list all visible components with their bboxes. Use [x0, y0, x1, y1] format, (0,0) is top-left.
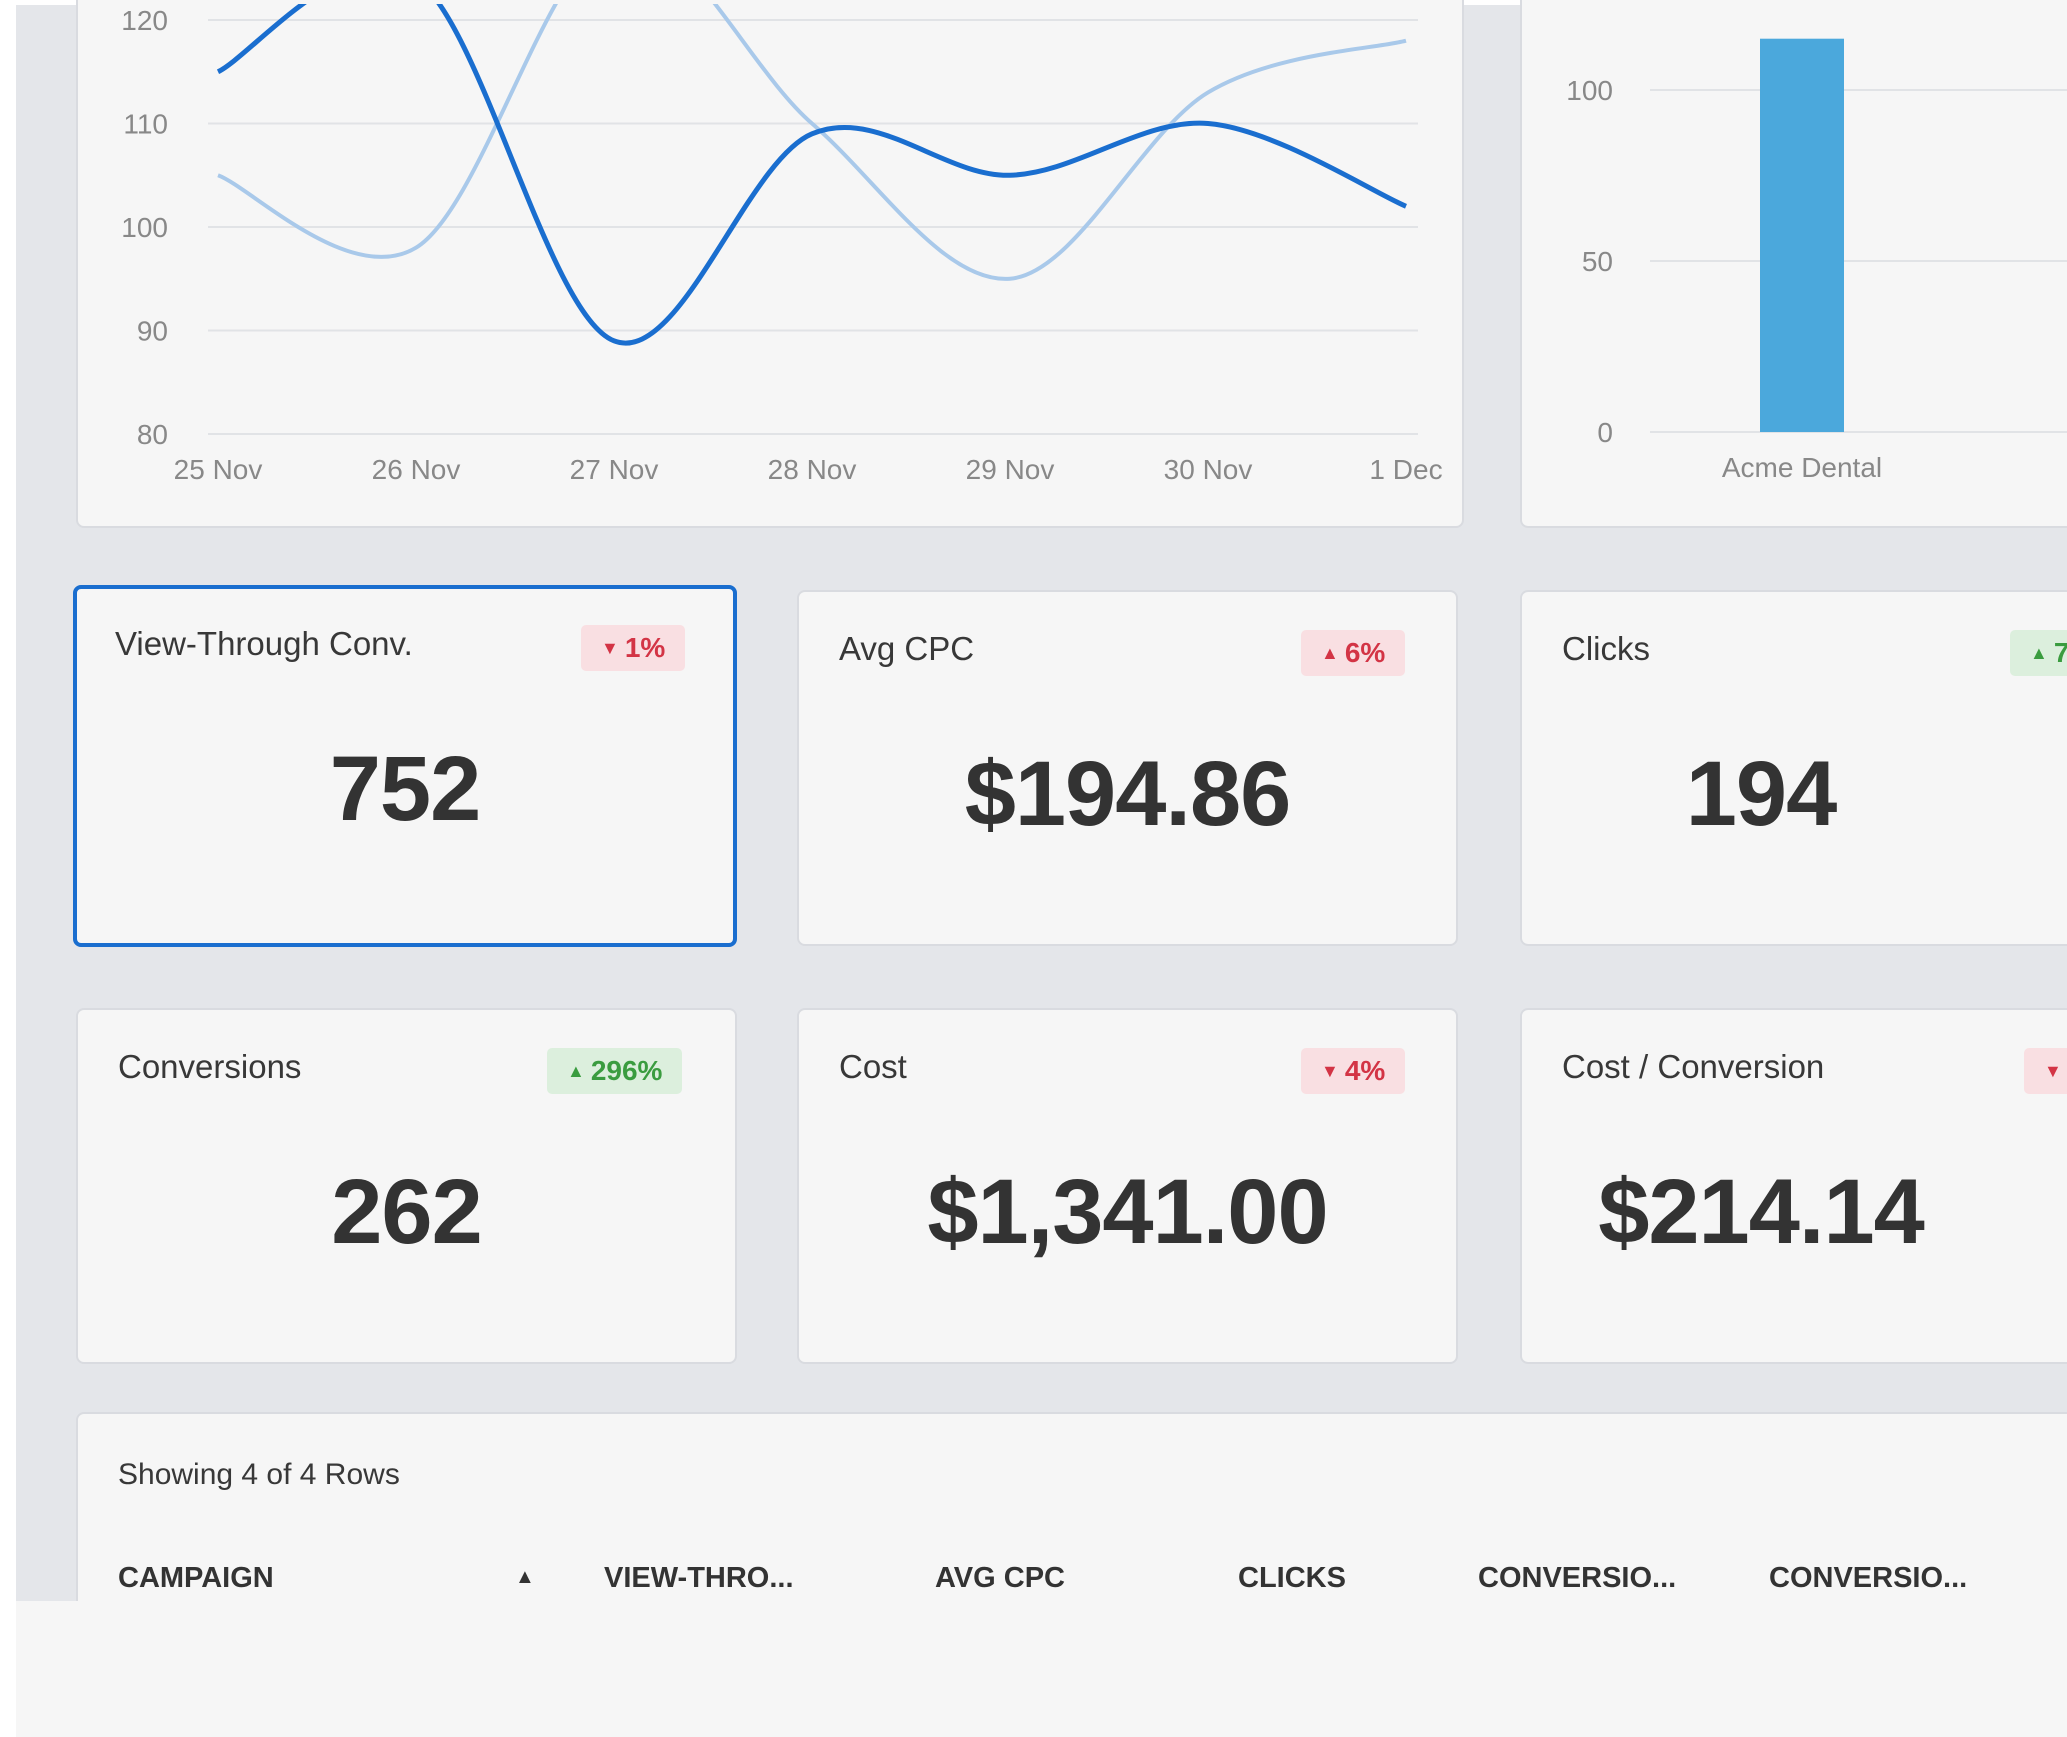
- y-tick-label: 100: [1566, 75, 1613, 106]
- column-header-campaign[interactable]: CAMPAIGN: [118, 1562, 274, 1595]
- y-tick-label: 90: [137, 316, 168, 347]
- column-header-conversion-rate[interactable]: CONVERSIO...: [1769, 1562, 1967, 1595]
- change-badge: ▲ 296%: [547, 1048, 683, 1094]
- kpi-title: Avg CPC: [839, 630, 975, 667]
- kpi-value: 752: [329, 738, 482, 840]
- column-header-view-through[interactable]: VIEW-THRO...: [604, 1562, 794, 1595]
- line-chart-card: 80 90 100 110 120 25 Nov 26 Nov 27 Nov 28 Nov 29…: [76, 0, 1464, 528]
- sort-ascending-icon[interactable]: ▲: [515, 1566, 535, 1589]
- kpi-value: $214.14: [1598, 1161, 1925, 1263]
- change-value: 7: [2053, 637, 2067, 668]
- kpi-value: $194.86: [964, 743, 1292, 845]
- change-badge: ▲ 6%: [1301, 630, 1406, 676]
- change-value: 296%: [590, 1055, 663, 1086]
- column-header-avg-cpc[interactable]: AVG CPC: [935, 1562, 1065, 1595]
- x-tick-label: 27 Nov: [570, 454, 659, 485]
- kpi-value: $1,341.00: [927, 1161, 1328, 1263]
- change-value: 6%: [1344, 637, 1386, 668]
- change-badge: ▼: [2024, 1048, 2067, 1094]
- change-value: 4%: [1344, 1055, 1386, 1086]
- x-tick-label: 25 Nov: [174, 454, 263, 485]
- bar-chart: 050100 Acme DentalAcı: [1566, 38, 2067, 483]
- kpi-card-avg-cpc[interactable]: Avg CPC ▲ 6% $194.86: [797, 590, 1458, 946]
- line-chart: 80 90 100 110 120 25 Nov 26 Nov 27 Nov 28 Nov 29…: [121, 4, 1443, 485]
- caret-up-icon: ▲: [1321, 643, 1339, 663]
- kpi-title: Cost: [839, 1048, 907, 1085]
- x-tick-label: 28 Nov: [768, 454, 857, 485]
- line-series: [216, 4, 1407, 346]
- y-tick-label: 0: [1597, 417, 1613, 448]
- line-series: [217, 4, 1407, 281]
- y-tick-label: 100: [121, 212, 168, 243]
- kpi-card-cost[interactable]: Cost ▼ 4% $1,341.00: [797, 1008, 1458, 1364]
- change-badge: ▲ 7: [2010, 630, 2067, 676]
- column-header-clicks[interactable]: CLICKS: [1238, 1562, 1346, 1595]
- bar[interactable]: [1760, 38, 1844, 432]
- change-value: 1%: [624, 632, 666, 663]
- x-tick-label: Acme Dental: [1722, 452, 1882, 483]
- change-badge: ▼ 4%: [1301, 1048, 1406, 1094]
- x-tick-label: 26 Nov: [372, 454, 461, 485]
- y-tick-label: 80: [137, 419, 168, 450]
- kpi-card-clicks[interactable]: Clicks ▲ 7 194: [1520, 590, 2067, 946]
- x-tick-label: 29 Nov: [966, 454, 1055, 485]
- caret-down-icon: ▼: [2044, 1061, 2062, 1081]
- y-tick-label: 120: [121, 5, 168, 36]
- table-row-count: Showing 4 of 4 Rows: [118, 1458, 400, 1491]
- bar-chart-card: 050100 Acme DentalAcı: [1520, 0, 2067, 528]
- kpi-card-view-through-conv[interactable]: View-Through Conv. ▼ 1% 752: [73, 585, 737, 947]
- caret-up-icon: ▲: [2030, 643, 2048, 663]
- kpi-card-conversions[interactable]: Conversions ▲ 296% 262: [76, 1008, 737, 1364]
- x-tick-label: 1 Dec: [1369, 454, 1442, 485]
- caret-down-icon: ▼: [601, 638, 619, 658]
- kpi-card-cost-per-conversion[interactable]: Cost / Conversion ▼ $214.14: [1520, 1008, 2067, 1364]
- y-tick-label: 50: [1582, 246, 1613, 277]
- caret-up-icon: ▲: [567, 1061, 585, 1081]
- kpi-title: Conversions: [118, 1048, 302, 1085]
- change-badge: ▼ 1%: [581, 625, 686, 671]
- kpi-value: 262: [331, 1161, 483, 1263]
- page-bottom-area: [16, 1601, 2067, 1737]
- kpi-title: View-Through Conv.: [115, 625, 413, 662]
- kpi-title: Cost / Conversion: [1562, 1048, 1825, 1085]
- caret-down-icon: ▼: [1321, 1061, 1339, 1081]
- column-header-conversions[interactable]: CONVERSIO...: [1478, 1562, 1676, 1595]
- x-tick-label: 30 Nov: [1164, 454, 1253, 485]
- y-tick-label: 110: [123, 109, 168, 140]
- kpi-title: Clicks: [1562, 630, 1650, 667]
- kpi-value: 194: [1685, 743, 1838, 845]
